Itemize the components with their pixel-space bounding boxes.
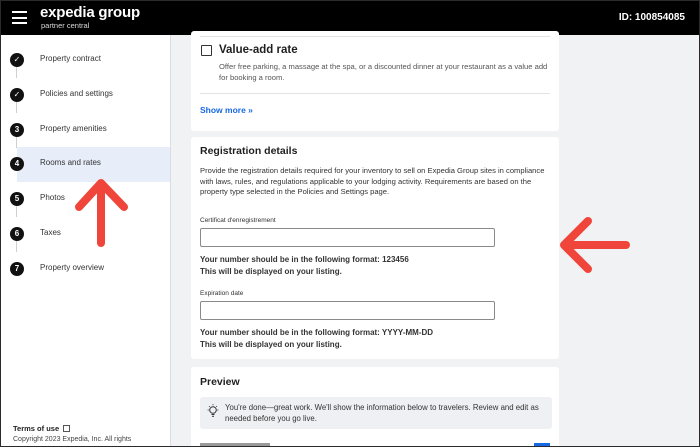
brand-logo[interactable]: expedia group partner central xyxy=(40,4,140,30)
expiration-display-hint: This will be displayed on your listing. xyxy=(200,340,342,349)
clipped-heading xyxy=(200,443,270,446)
sidebar-item-label: Policies and settings xyxy=(40,89,113,98)
expiration-date-input[interactable] xyxy=(200,301,495,320)
sidebar-item-label: Property overview xyxy=(40,263,105,272)
preview-card: Preview You're done—great work. We'll sh… xyxy=(191,367,559,446)
sidebar-item-property-contract[interactable]: ✓ Property contract xyxy=(1,43,170,78)
account-id: ID: 100854085 xyxy=(618,12,685,23)
brand-subtitle: partner central xyxy=(41,21,90,30)
value-add-card: Value-add rate Offer free parking, a mas… xyxy=(191,31,559,131)
terms-of-use-link[interactable]: Terms of use xyxy=(13,424,131,433)
brand-name: expedia group xyxy=(40,4,140,21)
clipped-content xyxy=(200,443,552,446)
divider xyxy=(200,93,550,94)
copyright-text: Copyright 2023 Expedia, Inc. All rights xyxy=(13,436,132,443)
show-more-link[interactable]: Show more » xyxy=(200,105,253,115)
step-number: 4 xyxy=(10,157,24,171)
step-connector xyxy=(16,206,17,217)
terms-label: Terms of use xyxy=(13,424,60,433)
lightbulb-icon xyxy=(207,404,219,417)
step-connector xyxy=(16,241,17,252)
registration-card: Registration details Provide the registr… xyxy=(191,137,559,359)
preview-notice: You're done—great work. We'll show the i… xyxy=(200,397,552,429)
check-icon: ✓ xyxy=(10,53,24,67)
step-number: 6 xyxy=(10,227,24,241)
divider xyxy=(200,36,550,37)
value-add-checkbox[interactable] xyxy=(201,45,212,56)
top-bar: expedia group partner central ID: 100854… xyxy=(1,1,699,35)
annotation-arrow-left-icon xyxy=(560,217,630,273)
preview-title: Preview xyxy=(200,376,240,388)
certificate-format-hint: Your number should be in the following f… xyxy=(200,255,409,264)
sidebar-item-label: Photos xyxy=(40,193,65,202)
step-number: 7 xyxy=(10,262,24,276)
certificate-input[interactable] xyxy=(200,228,495,247)
preview-message: You're done—great work. We'll show the i… xyxy=(225,403,539,423)
clipped-edit-link[interactable] xyxy=(534,443,550,446)
check-icon: ✓ xyxy=(10,88,24,102)
registration-description: Provide the registration details require… xyxy=(200,166,545,196)
step-number: 5 xyxy=(10,192,24,206)
registration-title: Registration details xyxy=(200,145,298,157)
expiration-format-hint: Your number should be in the following f… xyxy=(200,328,434,337)
sidebar-item-property-amenities[interactable]: 3 Property amenities xyxy=(1,113,170,148)
step-connector xyxy=(16,67,17,78)
certificate-label: Certificat d'enregistrement xyxy=(200,217,276,224)
certificate-display-hint: This will be displayed on your listing. xyxy=(200,267,342,276)
value-add-description: Offer free parking, a massage at the spa… xyxy=(219,62,548,82)
sidebar-footer: Terms of use Copyright 2023 Expedia, Inc… xyxy=(13,424,131,443)
menu-icon[interactable] xyxy=(12,11,27,24)
sidebar-item-label: Taxes xyxy=(40,228,61,237)
sidebar-item-label: Rooms and rates xyxy=(40,158,101,167)
sidebar-item-property-overview[interactable]: 7 Property overview xyxy=(1,252,170,287)
app-window: expedia group partner central ID: 100854… xyxy=(0,0,700,447)
step-connector xyxy=(16,102,17,113)
value-add-title: Value-add rate xyxy=(219,44,298,56)
external-link-icon xyxy=(63,425,71,432)
step-number: 3 xyxy=(10,123,24,137)
sidebar-item-label: Property contract xyxy=(40,54,101,63)
main-content: Value-add rate Offer free parking, a mas… xyxy=(191,31,559,446)
annotation-arrow-up-icon xyxy=(75,179,128,247)
expiration-date-label: Expiration date xyxy=(200,290,244,297)
sidebar-item-policies-and-settings[interactable]: ✓ Policies and settings xyxy=(1,78,170,113)
sidebar-item-label: Property amenities xyxy=(40,124,107,133)
